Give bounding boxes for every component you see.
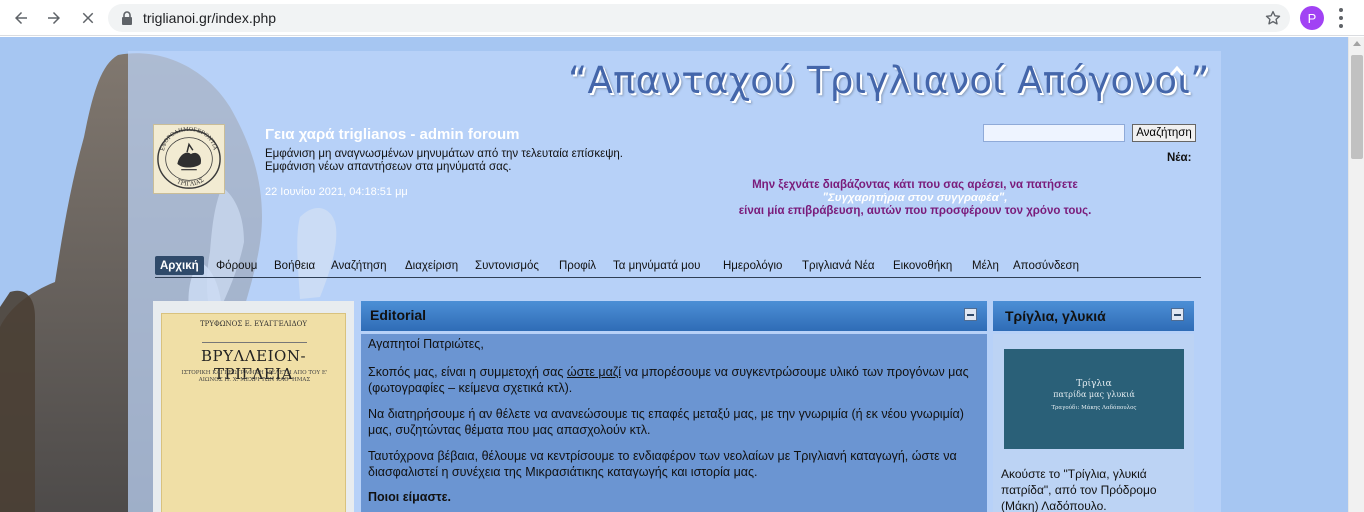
user-greeting: Γεια χαρά triglianos - admin foroum	[265, 126, 520, 143]
announcement-line-1: Μην ξεχνάτε διαβάζοντας κάτι που σας αρέ…	[752, 179, 1078, 191]
thumbnail-credit: Τραγούδι: Μάκης Λαδόπουλος	[1051, 405, 1137, 411]
url-text: triglianoi.gr/index.php	[143, 10, 277, 26]
three-dots-icon[interactable]	[1338, 8, 1344, 28]
arrow-right-icon	[48, 12, 60, 24]
news-label: Νέα:	[1167, 152, 1192, 164]
editorial-title: Editorial	[370, 307, 427, 323]
current-date: 22 Ιουνίου 2021, 04:18:51 μμ	[265, 186, 408, 198]
main-container: “Απανταχού Τριγλιανοί Απόγονοι” ΕΦΟΡΟΔΗΜ…	[128, 51, 1221, 512]
profile-avatar[interactable]: P	[1300, 6, 1324, 30]
song-box-header: Τρίγλια, γλυκιά	[993, 301, 1194, 331]
announcement-line-3: είναι μία επιβράβευση, αυτών που προσφέρ…	[738, 205, 1092, 217]
page-viewport: “Απανταχού Τριγλιανοί Απόγονοι” ΕΦΟΡΟΔΗΜ…	[0, 37, 1348, 512]
collapse-header-icon[interactable]	[1169, 65, 1185, 77]
arrow-left-icon	[15, 12, 27, 24]
star-icon[interactable]	[1264, 9, 1282, 27]
editorial-link[interactable]: ώστε μαζί	[567, 365, 621, 379]
browser-toolbar: triglianoi.gr/index.php P	[0, 0, 1364, 36]
new-replies-link[interactable]: Εμφάνιση νέων απαντήσεων στα μηνύματά σα…	[265, 161, 511, 173]
menu-item-forum[interactable]: Φόρουμ	[216, 256, 257, 275]
announcement-highlight: "Συγχαρητήρια στον συγγραφέα",	[822, 192, 1008, 204]
menu-item-help[interactable]: Βοήθεια	[274, 256, 315, 275]
menu-item-triglia-news[interactable]: Τριγλιανά Νέα	[802, 256, 875, 275]
song-box-body: Τρίγλια πατρίδα μας γλυκιά Τραγούδι: Μάκ…	[993, 334, 1194, 512]
song-video-thumbnail[interactable]: Τρίγλια πατρίδα μας γλυκιά Τραγούδι: Μάκ…	[1004, 349, 1184, 449]
stop-loading-button[interactable]	[76, 6, 100, 30]
main-menu: Αρχική Φόρουμ Βοήθεια Αναζήτηση Διαχείρι…	[155, 256, 1201, 278]
menu-item-logout[interactable]: Αποσύνδεση	[1013, 256, 1079, 275]
menu-item-admin[interactable]: Διαχείριση	[405, 256, 458, 275]
unread-messages-link[interactable]: Εμφάνιση μη αναγνωσμένων μηνυμάτων από τ…	[265, 148, 623, 160]
book-note	[252, 424, 332, 430]
editorial-who-we-are: Ποιοι είμαστε.	[368, 490, 451, 504]
minimize-icon[interactable]	[964, 308, 977, 321]
site-logo[interactable]: ΕΦΟΡΟΔΗΜΟΓΕΡΟΝΤΙΑ ΤΡΙΓΛΙΑΣ	[153, 124, 225, 194]
book-author: ΤΡΥΦΩΝΟΣ Ε. ΕΥΑΓΓΕΛΙΔΟΥ	[200, 320, 307, 328]
editorial-header: Editorial	[361, 301, 987, 331]
scrollbar-thumb[interactable]	[1351, 55, 1363, 159]
book-cover-image[interactable]: ΤΡΥΦΩΝΟΣ Ε. ΕΥΑΓΓΕΛΙΔΟΥ ΒΡΥΛΛΕΙΟΝ-ΤΡΙΓΛΕ…	[161, 313, 346, 512]
menu-item-moderation[interactable]: Συντονισμός	[475, 256, 539, 275]
book-divider	[202, 342, 307, 343]
editorial-greeting: Αγαπητοί Πατριώτες,	[368, 337, 484, 351]
menu-item-home[interactable]: Αρχική	[155, 256, 204, 275]
news-announcement: Μην ξεχνάτε διαβάζοντας κάτι που σας αρέ…	[700, 179, 1130, 218]
menu-item-calendar[interactable]: Ημερολόγιο	[723, 256, 782, 275]
menu-item-my-messages[interactable]: Τα μηνύματά μου	[613, 256, 700, 275]
back-button[interactable]	[9, 6, 33, 30]
menu-item-search[interactable]: Αναζήτηση	[331, 256, 387, 275]
site-title: “Απανταχού Τριγλιανοί Απόγονοι”	[568, 59, 1210, 102]
editorial-paragraph-2: Να διατηρήσουμε ή αν θέλετε να ανανεώσου…	[368, 407, 964, 437]
minimize-icon[interactable]	[1171, 308, 1184, 321]
address-bar[interactable]: triglianoi.gr/index.php	[108, 4, 1290, 32]
book-panel: ΤΡΥΦΩΝΟΣ Ε. ΕΥΑΓΓΕΛΙΔΟΥ ΒΡΥΛΛΕΙΟΝ-ΤΡΙΓΛΕ…	[153, 301, 354, 512]
song-box-title: Τρίγλια, γλυκιά	[1005, 308, 1106, 324]
thumbnail-subtitle: πατρίδα μας γλυκιά	[1053, 390, 1135, 399]
menu-item-profile[interactable]: Προφίλ	[559, 256, 596, 275]
editorial-paragraph-3: Ταυτόχρονα βέβαια, θέλουμε να κεντρίσουμ…	[368, 449, 957, 479]
menu-item-members[interactable]: Μέλη	[972, 256, 999, 275]
forward-button[interactable]	[42, 6, 66, 30]
editorial-paragraph-1: Σκοπός μας, είναι η συμμετοχή σας ώστε μ…	[368, 365, 969, 395]
menu-item-gallery[interactable]: Εικονοθήκη	[893, 256, 952, 275]
scroll-up-arrow-icon[interactable]	[1353, 41, 1361, 46]
editorial-body: Αγαπητοί Πατριώτες, Σκοπός μας, είναι η …	[361, 334, 987, 512]
lock-icon	[122, 11, 132, 25]
search-button[interactable]: Αναζήτηση	[1132, 124, 1196, 142]
thumbnail-title: Τρίγλια	[1076, 379, 1112, 389]
page-scrollbar[interactable]	[1348, 37, 1364, 512]
book-subtitle: ΙΣΤΟΡΙΚΗ ΚΑΙ ΓΕΩΓΡΑΦΙΚΗ ΜΕΛΕΤΗ ΑΠΟ ΤΟΥ Ε…	[181, 370, 328, 383]
close-icon	[82, 12, 94, 24]
search-input[interactable]	[983, 124, 1125, 142]
song-description: Ακούστε το "Τρίγλια, γλυκιά πατρίδα", απ…	[1001, 467, 1157, 512]
